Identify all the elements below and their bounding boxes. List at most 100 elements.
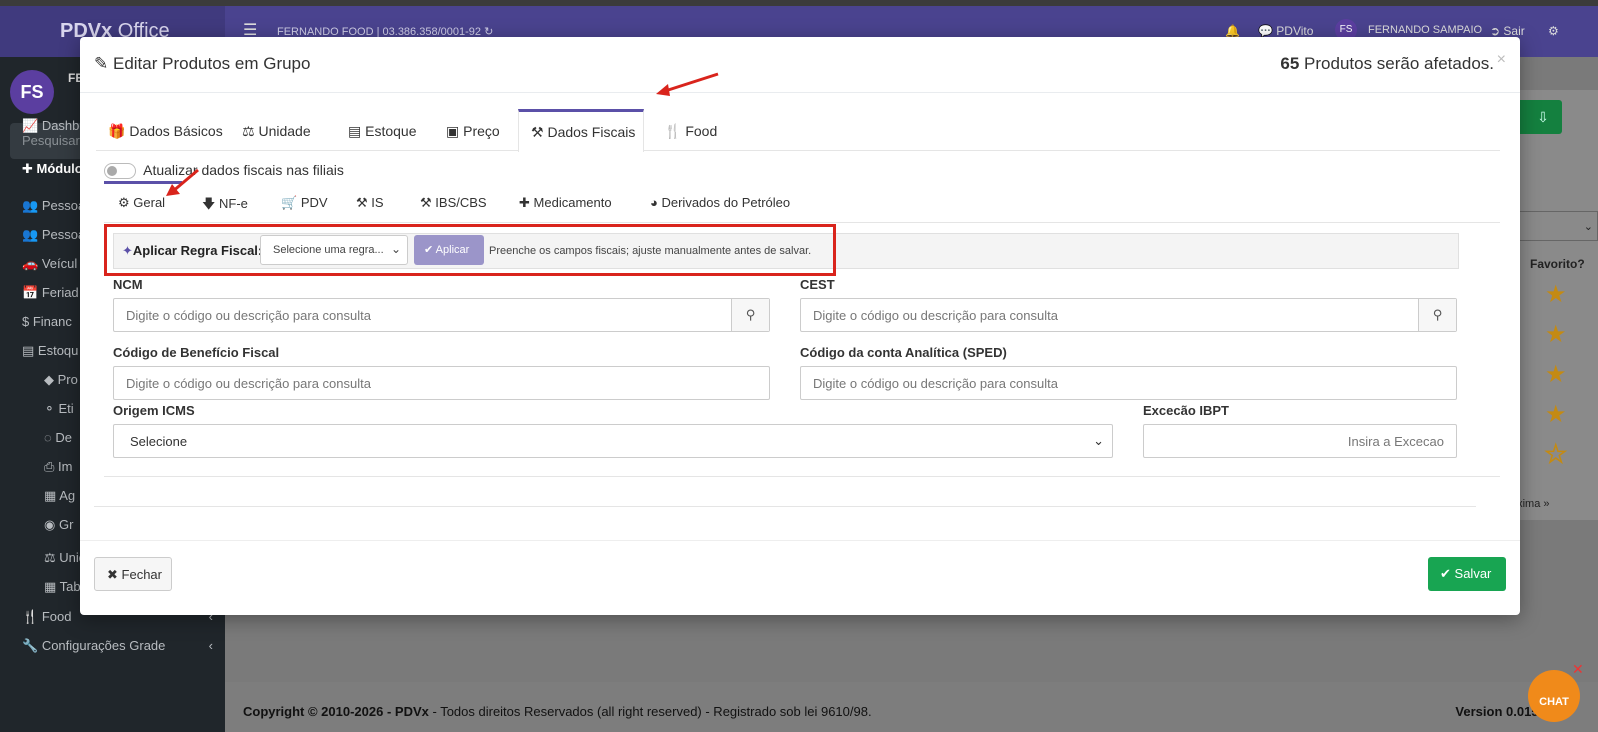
subtab-is[interactable]: ⚒ IS: [356, 195, 384, 211]
chat-label: CHAT: [1539, 696, 1569, 708]
tab-estoque[interactable]: ▤ Estoque: [336, 109, 429, 151]
search-icon[interactable]: ⚲: [731, 299, 769, 331]
sidebar-item-label: Im: [58, 459, 73, 474]
footer-rights: - Todos direitos Reservados (all right r…: [428, 704, 872, 719]
subtab-nfe[interactable]: 🡇 NF-e: [202, 195, 248, 217]
browser-strip: [0, 0, 1598, 6]
tachometer-icon: ◕: [650, 195, 658, 210]
download-button[interactable]: ⇩: [1524, 100, 1562, 134]
sidebar-item-icon: $: [22, 314, 33, 329]
cest-input[interactable]: Digite o código ou descrição para consul…: [800, 298, 1457, 332]
chat-close-icon[interactable]: ✕: [1572, 661, 1584, 678]
sidebar-item-label: Configurações Grade: [41, 638, 166, 653]
origem-icms-select[interactable]: Selecione ⌄: [113, 424, 1113, 458]
chat-bubble-icon: 💬: [1258, 24, 1273, 38]
beneficio-input[interactable]: Digite o código ou descrição para consul…: [113, 366, 770, 400]
close-icon[interactable]: ×: [1497, 51, 1506, 69]
update-branches-toggle-row: Atualizar dados fiscais nas filiais: [104, 162, 344, 180]
tab-dados-basicos[interactable]: 🎁 Dados Básicos: [96, 109, 235, 151]
subtab-pdv[interactable]: 🛒 PDV: [281, 195, 328, 211]
sidebar-item[interactable]: 🔧 Configurações Grade ‹: [0, 632, 225, 660]
sidebar-item-icon: 📈: [22, 118, 42, 133]
sidebar-item-label: De: [55, 430, 72, 445]
gavel-icon: ⚒: [420, 195, 432, 210]
cart-icon: 🛒: [281, 195, 298, 210]
archive-icon: ▤: [348, 123, 362, 139]
tab-preco[interactable]: ▣ Preço: [434, 109, 512, 151]
gavel-icon: ⚒: [356, 195, 368, 210]
subtab-label: Derivados do Petróleo: [661, 195, 791, 210]
tab-label: Dados Fiscais: [547, 124, 636, 140]
highlight-box: [104, 224, 836, 276]
close-button-label: Fechar: [121, 567, 162, 582]
close-button[interactable]: ✖ Fechar: [94, 557, 172, 591]
tab-label: Preço: [463, 123, 500, 139]
sidebar-item-label: Pessoa: [41, 198, 86, 213]
sidebar-item-icon: 📅: [22, 285, 42, 300]
subtab-derivados-petroleo[interactable]: ◕ Derivados do Petróleo: [650, 195, 790, 210]
gear-icon[interactable]: ⚙: [1548, 24, 1559, 38]
save-button[interactable]: ✔ Salvar: [1428, 557, 1506, 591]
sidebar-item-icon: ▦: [44, 488, 60, 503]
ibpt-input[interactable]: Insira a Excecao: [1143, 424, 1457, 458]
sidebar-item-label: Veícul: [41, 256, 78, 271]
star-icon[interactable]: ★: [1545, 283, 1569, 307]
bell-icon[interactable]: 🔔: [1225, 24, 1240, 38]
sidebar-item-label: Feriad: [41, 285, 79, 300]
sidebar-item-icon: ⚖: [44, 550, 60, 565]
money-icon: ▣: [446, 123, 460, 139]
divider: [104, 476, 1500, 477]
subtab-geral[interactable]: ⚙ Geral: [118, 195, 165, 211]
logout-link[interactable]: ➲ Sair: [1490, 24, 1525, 38]
ibpt-placeholder: Insira a Excecao: [1347, 434, 1444, 449]
user-name[interactable]: FERNANDO SAMPAIO: [1368, 24, 1482, 36]
star-icon[interactable]: ★: [1545, 363, 1569, 387]
update-branches-toggle[interactable]: [104, 163, 136, 180]
modal-title: ✎ Editar Produtos em Grupo: [94, 54, 310, 74]
tab-food[interactable]: 🍴 Food: [652, 109, 729, 151]
modal-title-text: Editar Produtos em Grupo: [112, 54, 311, 73]
search-icon[interactable]: ⚲: [1418, 299, 1456, 331]
beneficio-placeholder: Digite o código ou descrição para consul…: [126, 376, 371, 391]
affected-text: Produtos serão afetados.: [1299, 54, 1494, 73]
chevron-left-icon: ‹: [208, 638, 213, 653]
subtab-label: Geral: [133, 195, 166, 210]
close-icon: ✖: [107, 567, 118, 582]
sidebar-item-label: Gr: [58, 517, 74, 532]
annotation-arrow: [656, 72, 719, 96]
logout-label: Sair: [1503, 24, 1525, 38]
beneficio-label: Código de Benefício Fiscal: [113, 345, 280, 360]
subtab-label: IS: [371, 195, 384, 210]
pdvito-link[interactable]: 💬 PDVito: [1258, 24, 1313, 38]
star-icon[interactable]: ★: [1545, 323, 1569, 347]
affected-count: 65 Produtos serão afetados.: [1280, 54, 1494, 74]
balance-scale-icon: ⚖: [242, 123, 255, 139]
sidebar-item-label: Pro: [57, 372, 78, 387]
subtab-label: IBS/CBS: [435, 195, 487, 210]
subtab-label: PDV: [300, 195, 328, 210]
sidebar-item-label: Estoqu: [37, 343, 79, 358]
modal-header: ✎ Editar Produtos em Grupo 65 Produtos s…: [80, 37, 1520, 93]
tab-unidade[interactable]: ⚖ Unidade: [230, 109, 323, 151]
subtab-label: Medicamento: [533, 195, 612, 210]
star-outline-icon[interactable]: ★: [1544, 442, 1569, 468]
sidebar-item-icon: 🔧: [22, 638, 42, 653]
sidebar-avatar[interactable]: FS: [10, 70, 54, 114]
tab-dados-fiscais[interactable]: ⚒ Dados Fiscais: [518, 109, 644, 152]
subtab-ibs-cbs[interactable]: ⚒ IBS/CBS: [420, 195, 487, 211]
ncm-input[interactable]: Digite o código ou descrição para consul…: [113, 298, 770, 332]
sidebar-item-icon: ⎙: [44, 459, 59, 474]
subtab-medicamento[interactable]: ✚ Medicamento: [519, 195, 612, 211]
origem-icms-value: Selecione: [130, 434, 188, 449]
footer-copyright: Copyright © 2010-2026 - PDVx: [243, 704, 429, 719]
chevron-down-icon: ⌄: [1583, 221, 1593, 233]
sidebar-item-icon: ⚬: [44, 401, 59, 416]
subtab-label: NF-e: [219, 196, 248, 211]
affected-number: 65: [1280, 54, 1300, 73]
ncm-placeholder: Digite o código ou descrição para consul…: [126, 308, 371, 323]
conta-analitica-input[interactable]: Digite o código ou descrição para consul…: [800, 366, 1457, 400]
star-icon[interactable]: ★: [1545, 403, 1569, 427]
conta-analitica-placeholder: Digite o código ou descrição para consul…: [813, 376, 1058, 391]
divider: [94, 506, 1476, 507]
save-button-label: Salvar: [1454, 566, 1492, 581]
